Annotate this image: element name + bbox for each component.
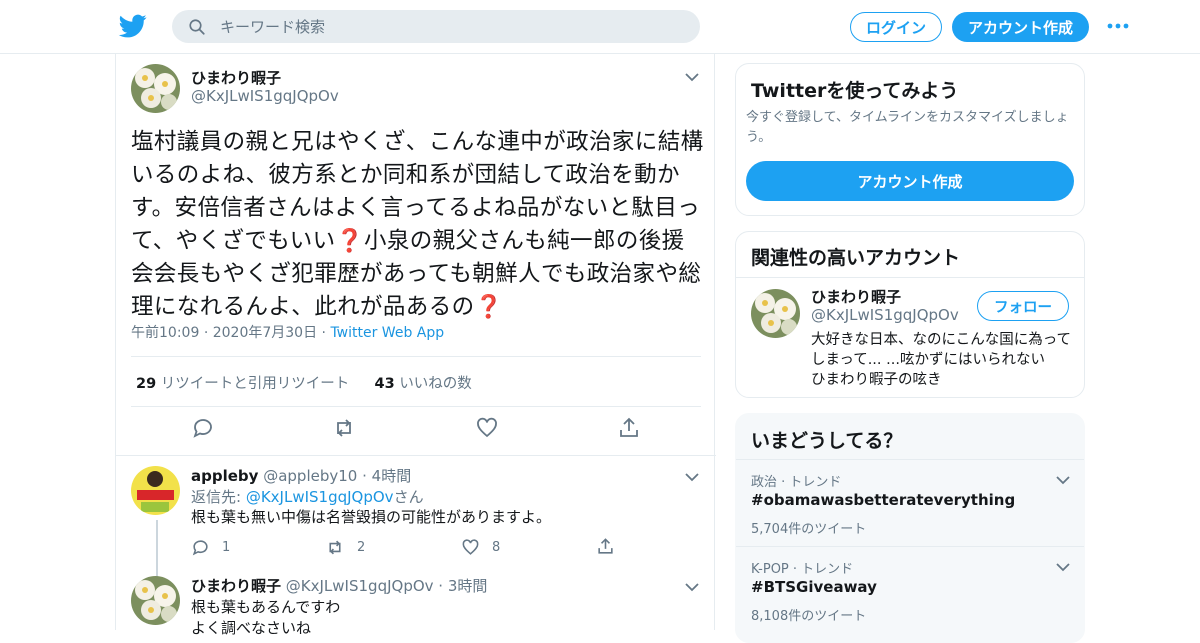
question-emoji: ❓	[335, 228, 364, 254]
like-icon[interactable]	[475, 416, 499, 440]
chevron-down-icon[interactable]	[685, 582, 699, 592]
related-account-bio: 大好きな日本、なのにこんな国に為ってしまって... ...呟かずにはいられない …	[811, 332, 1071, 388]
retweet-icon[interactable]	[332, 416, 356, 440]
card-title: いまどうしてる？	[751, 430, 903, 452]
trend-hashtag: #obamawasbetterateverything	[751, 491, 1016, 509]
tweet-meta: 午前10:09 · 2020年7月30日 · Twitter Web App	[131, 322, 444, 342]
question-emoji: ❓	[474, 294, 503, 320]
share-icon[interactable]	[617, 416, 641, 440]
retweets-label: リツイートと引用リツイート	[160, 376, 350, 392]
reply-author-handle[interactable]: @KxJLwIS1gqJQpOv	[286, 577, 434, 595]
author-handle[interactable]: @KxJLwIS1gqJQpOv	[191, 87, 339, 105]
chevron-down-icon[interactable]	[1056, 475, 1070, 485]
reply-time[interactable]: 4時間	[372, 467, 412, 485]
meta-separator: ·	[203, 325, 213, 341]
divider	[131, 356, 701, 357]
likes-label: いいねの数	[399, 376, 472, 392]
mention-link[interactable]: @KxJLwIS1gqJQpOv	[246, 488, 394, 506]
tweet-text: 塩村議員の親と兄はやくざ、こんな連中が政治家に結構いるのよね、彼方系とか同和系が…	[131, 126, 706, 324]
chevron-down-icon[interactable]	[685, 472, 699, 482]
reply-header: ひまわり暇子 @KxJLwIS1gqJQpOv · 3時間	[191, 577, 488, 595]
reply-author-name[interactable]: appleby	[191, 467, 258, 485]
sunflower-avatar-image	[131, 64, 180, 113]
trends-card: いまどうしてる？ 政治 · トレンド #obamawasbetteratever…	[735, 413, 1085, 643]
related-account-handle[interactable]: @KxJLwIS1gqJQpOv	[811, 306, 959, 324]
avatar[interactable]	[131, 466, 180, 515]
reply-time[interactable]: 3時間	[448, 577, 488, 595]
tweet-source[interactable]: Twitter Web App	[330, 325, 444, 341]
chevron-down-icon[interactable]	[1056, 562, 1070, 572]
reply-author-name[interactable]: ひまわり暇子	[191, 577, 281, 595]
signup-button[interactable]: アカウント作成	[952, 12, 1089, 42]
share-icon[interactable]	[596, 537, 615, 556]
avatar[interactable]	[751, 289, 800, 338]
trend-tweet-count: 8,108件のツイート	[751, 609, 867, 624]
sunflower-avatar-image	[751, 289, 800, 338]
twitter-bird-icon[interactable]	[118, 12, 148, 40]
divider	[131, 406, 701, 407]
chevron-down-icon[interactable]	[685, 72, 699, 82]
trend-tweet-count: 5,704件のツイート	[751, 522, 867, 537]
trend-category: 政治 · トレンド	[751, 475, 842, 490]
card-subtitle: 今すぐ登録して、タイムラインをカスタマイズしましょう。	[746, 110, 1069, 145]
more-options-icon[interactable]	[1106, 18, 1130, 34]
reply-header: appleby @appleby10 · 4時間	[191, 467, 412, 485]
divider	[736, 277, 1084, 278]
reply-action-like[interactable]: 8	[461, 537, 500, 557]
card-title: Twitterを使ってみよう	[751, 80, 959, 102]
avatar[interactable]	[131, 576, 180, 625]
author-name[interactable]: ひまわり暇子	[191, 67, 281, 88]
trend-item[interactable]: K-POP · トレンド #BTSGiveaway 8,108件のツイート	[736, 546, 1084, 636]
likes-count: 43	[374, 376, 395, 392]
like-stat[interactable]: 43 いいねの数	[375, 376, 472, 392]
follow-button[interactable]: フォロー	[977, 291, 1069, 321]
retweet-icon	[329, 540, 341, 554]
related-accounts-card: 関連性の高いアカウント ひまわり暇子 @KxJLwIS1gqJQpOv フォロー…	[735, 231, 1085, 398]
reply-action-reply[interactable]: 1	[191, 537, 230, 557]
trend-hashtag: #BTSGiveaway	[751, 578, 877, 596]
main-column: ひまわり暇子 @KxJLwIS1gqJQpOv 塩村議員の親と兄はやくざ、こんな…	[115, 54, 716, 637]
reply-text: 根も葉もあるんですわ よく調べなさいね	[191, 598, 341, 637]
divider	[116, 455, 716, 456]
reply-icon	[192, 539, 208, 555]
reply-to-line: 返信先: @KxJLwIS1gqJQpOvさん	[191, 488, 424, 506]
trend-category: K-POP · トレンド	[751, 562, 854, 577]
tweet-time[interactable]: 午前10:09	[131, 325, 199, 341]
reply-action-retweet[interactable]: 2	[325, 537, 365, 557]
signup-card-button[interactable]: アカウント作成	[746, 161, 1074, 201]
retweets-count: 29	[136, 376, 157, 392]
like-icon	[462, 538, 479, 555]
search-input[interactable]	[220, 17, 680, 36]
sunflower-avatar-image	[131, 576, 180, 625]
search-bar[interactable]	[172, 10, 700, 43]
curry-avatar-image	[131, 466, 180, 515]
login-button[interactable]: ログイン	[850, 12, 942, 42]
tweet-actions	[116, 416, 716, 446]
retweet-stat[interactable]: 29 リツイートと引用リツイート	[136, 376, 349, 392]
reply-text: 根も葉も無い中傷は名誉毀損の可能性がありますよ。	[191, 508, 552, 526]
trend-item[interactable]: 政治 · トレンド #obamawasbetterateverything 5,…	[736, 459, 1084, 547]
search-icon	[189, 18, 205, 35]
avatar[interactable]	[131, 64, 180, 113]
reply-icon[interactable]	[191, 416, 215, 440]
top-bar: ログイン アカウント作成	[0, 0, 1200, 54]
tweet-stats: 29 リツイートと引用リツイート 43 いいねの数	[136, 372, 472, 393]
tweet-date[interactable]: 2020年7月30日	[213, 325, 317, 341]
reply-author-handle[interactable]: @appleby10	[263, 467, 357, 485]
signup-card: Twitterを使ってみよう 今すぐ登録して、タイムラインをカスタマイズしましょ…	[735, 63, 1085, 216]
card-title: 関連性の高いアカウント	[751, 247, 961, 269]
related-account-name[interactable]: ひまわり暇子	[811, 286, 901, 307]
